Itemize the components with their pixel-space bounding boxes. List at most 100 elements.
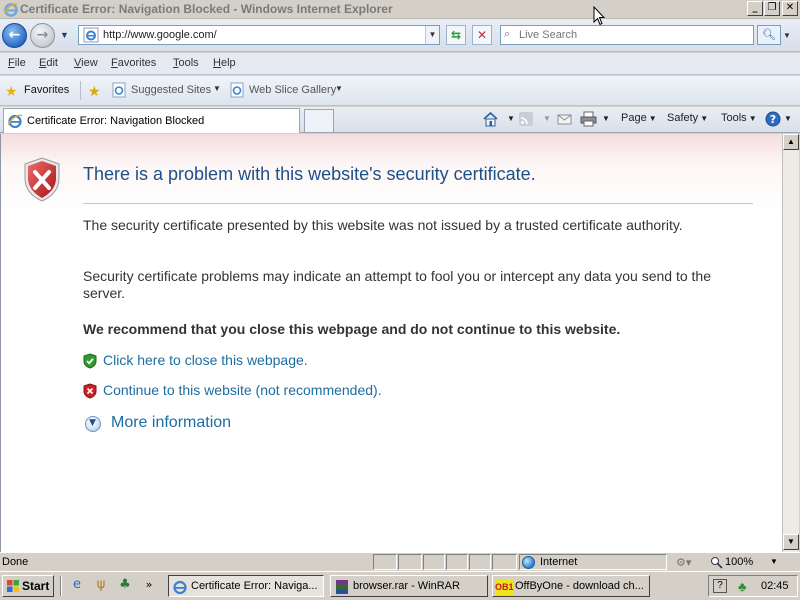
minimize-button[interactable]: _ — [747, 1, 763, 16]
scroll-down-arrow-icon[interactable]: ▼ — [783, 534, 799, 550]
read-mail-icon[interactable] — [556, 111, 573, 127]
forward-button[interactable]: → — [30, 23, 55, 48]
search-provider-icon: ⌕ — [504, 28, 511, 40]
favorites-button[interactable]: ★ Favorites — [2, 80, 74, 102]
heading-divider — [83, 203, 753, 204]
protected-mode-icon[interactable]: ⚙▾ — [676, 556, 691, 569]
start-button[interactable]: Start — [2, 575, 54, 597]
address-dropdown-icon[interactable]: ▼ — [425, 26, 439, 44]
svg-text:?: ? — [770, 113, 776, 126]
feeds-icon[interactable] — [518, 111, 535, 127]
close-window-button[interactable]: ✕ — [782, 1, 798, 16]
recommendation-text: We recommend that you close this webpage… — [83, 321, 621, 337]
page-menu-label: Page — [621, 112, 647, 124]
status-cell — [423, 554, 445, 570]
continue-website-link[interactable]: Continue to this website (not recommende… — [103, 382, 382, 398]
safety-menu-label: Safety — [667, 112, 699, 124]
more-information-link[interactable]: More information — [111, 414, 231, 432]
security-zone[interactable]: Internet — [519, 554, 667, 570]
taskbar: Start e ψ ♣ » Certificate Error: Naviga.… — [0, 571, 800, 600]
windows-flag-icon — [7, 580, 19, 592]
url-text[interactable]: http://www.google.com/ — [103, 29, 217, 41]
green-shield-check-icon — [83, 353, 97, 369]
quicklaunch-ie-icon[interactable]: e — [69, 577, 85, 593]
tab-bar: Certificate Error: Navigation Blocked ▼ … — [0, 107, 800, 133]
feeds-dropdown-icon[interactable]: ▼ — [541, 112, 551, 124]
zone-label: Internet — [540, 556, 578, 568]
toolbar-divider — [80, 81, 81, 100]
menu-help[interactable]: Help — [213, 57, 236, 69]
task-offbyone[interactable]: OB1 OffByOne - download ch... — [492, 575, 650, 597]
red-shield-x-icon — [83, 383, 97, 399]
tab-certificate-error[interactable]: Certificate Error: Navigation Blocked — [3, 108, 300, 133]
task-winrar[interactable]: browser.rar - WinRAR — [330, 575, 488, 597]
print-dropdown-icon[interactable]: ▼ — [600, 112, 610, 124]
vertical-scrollbar[interactable]: ▲ ▼ — [782, 134, 799, 552]
page-content: There is a problem with this website's s… — [0, 134, 782, 552]
winrar-icon — [336, 580, 348, 594]
favorites-star-icon: ★ — [5, 84, 18, 100]
quicklaunch-winamp-icon[interactable]: ψ — [93, 577, 109, 593]
close-webpage-link[interactable]: Click here to close this webpage. — [103, 352, 308, 368]
quicklaunch-chevron-icon[interactable]: » — [141, 577, 157, 593]
search-field[interactable]: ⌕ — [500, 25, 754, 45]
error-shield-icon — [24, 157, 60, 202]
status-cell — [469, 554, 491, 570]
task-label: OffByOne - download ch... — [515, 580, 644, 592]
help-icon[interactable]: ? — [765, 111, 782, 127]
task-internet-explorer[interactable]: Certificate Error: Naviga... — [168, 575, 324, 597]
search-button[interactable]: 🔍︎ — [757, 25, 781, 45]
task-label: Certificate Error: Naviga... — [191, 580, 318, 592]
menu-tools[interactable]: Tools — [173, 57, 199, 69]
status-cell — [398, 554, 422, 570]
quicklaunch-app-icon[interactable]: ♣ — [117, 577, 133, 593]
menu-edit[interactable]: Edit — [39, 57, 58, 69]
tray-network-icon[interactable]: ♣ — [738, 579, 747, 594]
new-tab-button[interactable] — [304, 109, 334, 132]
forward-arrow-icon: → — [36, 27, 49, 43]
search-input[interactable] — [519, 28, 749, 42]
menu-file[interactable]: File — [8, 57, 26, 69]
search-options-dropdown-icon[interactable]: ▼ — [783, 31, 791, 40]
menu-view[interactable]: View — [74, 57, 98, 69]
task-ie-icon — [173, 580, 187, 595]
suggested-sites-link[interactable]: Suggested Sites ▼ — [111, 80, 221, 102]
history-dropdown-icon[interactable]: ▼ — [60, 30, 69, 40]
start-label: Start — [22, 579, 50, 593]
menu-favorites[interactable]: Favorites — [111, 57, 156, 69]
address-toolbar: ← → ▼ http://www.google.com/ ▼ ⇆ ✕ ⌕ 🔍︎ … — [0, 19, 800, 52]
web-slice-gallery-label: Web Slice Gallery — [249, 84, 337, 96]
home-dropdown-icon[interactable]: ▼ — [505, 112, 515, 124]
restore-button[interactable]: ❐ — [764, 1, 780, 16]
page-menu-button[interactable]: Page ▼ — [621, 112, 657, 124]
web-slice-gallery-icon — [230, 82, 244, 98]
stop-icon[interactable]: ✕ — [472, 25, 492, 45]
zoom-dropdown-icon[interactable]: ▼ — [770, 557, 778, 566]
zoom-level[interactable]: 100% — [725, 556, 753, 568]
offbyone-icon: OB1 — [495, 579, 514, 595]
print-icon[interactable] — [580, 111, 597, 127]
web-slice-gallery-dropdown-icon[interactable]: ▼ — [335, 84, 343, 93]
refresh-icon[interactable]: ⇆ — [446, 25, 466, 45]
back-button[interactable]: ← — [2, 23, 27, 48]
address-field[interactable]: http://www.google.com/ ▼ — [78, 25, 440, 45]
risk-warning-text: Security certificate problems may indica… — [83, 268, 712, 301]
suggested-sites-label: Suggested Sites — [131, 84, 212, 96]
suggested-sites-dropdown-icon[interactable]: ▼ — [213, 84, 221, 93]
tab-ie-icon — [7, 114, 23, 129]
add-to-favorites-icon[interactable]: ★ — [88, 84, 101, 100]
status-text: Done — [2, 556, 29, 568]
web-slice-gallery-link[interactable]: Web Slice Gallery ▼ — [229, 80, 349, 102]
ie-logo-icon — [3, 3, 19, 17]
status-cell — [446, 554, 468, 570]
help-dropdown-icon[interactable]: ▼ — [782, 112, 792, 124]
menu-bar: File Edit View Favorites Tools Help — [0, 53, 800, 75]
home-icon[interactable] — [482, 111, 499, 127]
system-tray: ? ♣ 02:45 — [708, 575, 798, 597]
tray-help-icon[interactable]: ? — [713, 579, 727, 593]
status-bar: Done Internet ⚙▾ 100% ▼ — [0, 552, 800, 571]
tools-menu-button[interactable]: Tools ▼ — [721, 112, 757, 124]
title-bar: Certificate Error: Navigation Blocked - … — [0, 0, 800, 19]
safety-menu-button[interactable]: Safety ▼ — [667, 112, 708, 124]
scroll-up-arrow-icon[interactable]: ▲ — [783, 134, 799, 150]
